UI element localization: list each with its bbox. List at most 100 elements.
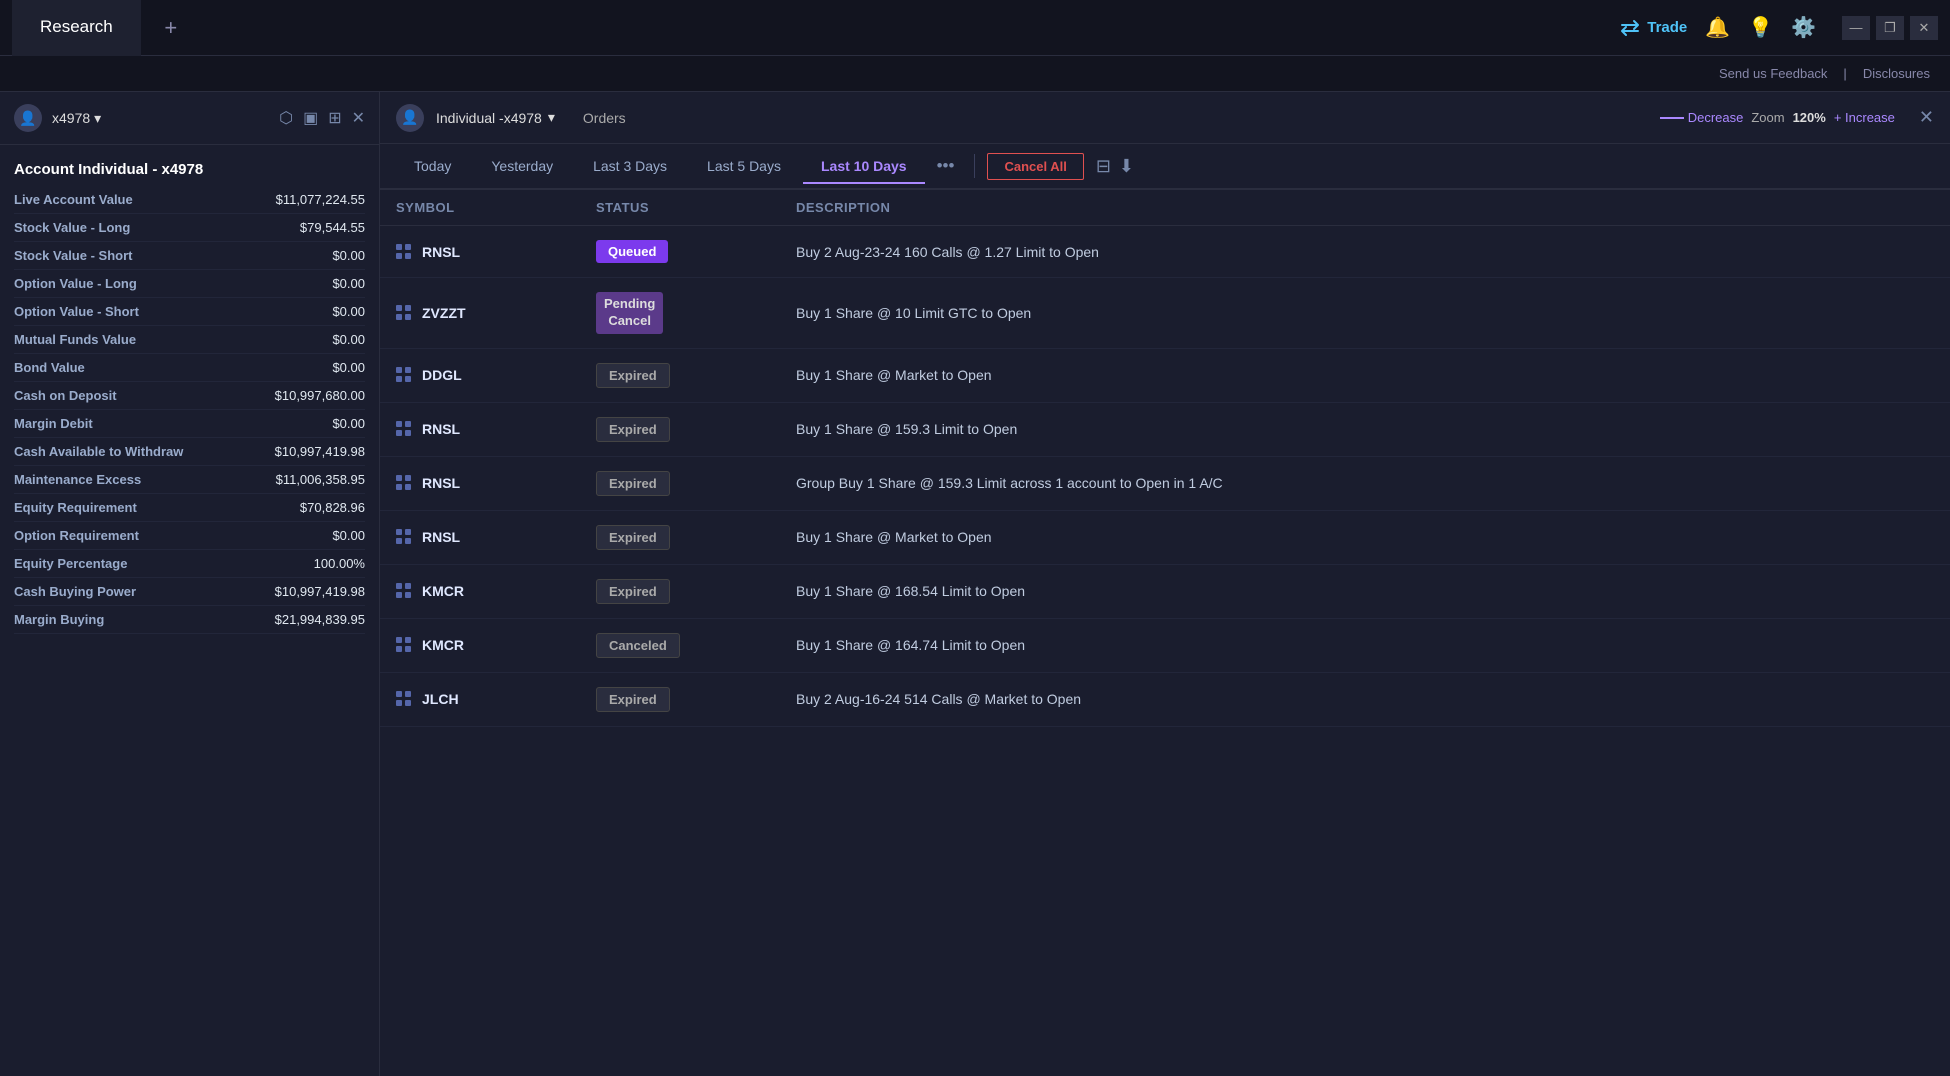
account-row-label: Option Value - Short	[14, 304, 139, 319]
account-row: Cash on Deposit$10,997,680.00	[14, 382, 365, 410]
account-row: Margin Debit $0.00	[14, 410, 365, 438]
increase-button[interactable]: + Increase	[1834, 110, 1895, 125]
expand-button[interactable]: ⊞	[328, 108, 341, 128]
tab-add-button[interactable]: +	[149, 6, 193, 50]
account-row-label: Maintenance Excess	[14, 472, 141, 487]
table-row[interactable]: KMCRCanceledBuy 1 Share @ 164.74 Limit t…	[380, 619, 1950, 673]
col-header-symbol: Symbol	[396, 200, 596, 215]
account-row-value: $21,994,839.95	[275, 612, 365, 627]
tab-divider	[974, 154, 975, 178]
symbol-text: JLCH	[422, 691, 459, 707]
zoom-controls: Decrease Zoom 120% + Increase	[1660, 110, 1895, 125]
status-cell: Queued	[596, 240, 796, 263]
feedback-bar: Send us Feedback | Disclosures	[0, 56, 1950, 92]
settings-icon[interactable]: ⚙️	[1791, 15, 1816, 40]
bulb-icon[interactable]: 💡	[1748, 15, 1773, 40]
tab-today[interactable]: Today	[396, 150, 469, 184]
tab-last-10-days[interactable]: Last 10 Days	[803, 150, 925, 184]
table-row[interactable]: RNSLExpiredBuy 1 Share @ 159.3 Limit to …	[380, 403, 1950, 457]
account-row: Cash Available to Withdraw$10,997,419.98	[14, 438, 365, 466]
decrease-button[interactable]: Decrease	[1660, 110, 1744, 125]
col-header-description: Description	[796, 200, 1934, 215]
tab-more-button[interactable]: •••	[929, 152, 963, 180]
account-row-value: $0.00	[332, 276, 365, 291]
close-button[interactable]: ✕	[1910, 16, 1938, 40]
status-cell: Expired	[596, 417, 796, 442]
grid-icon	[396, 529, 412, 545]
description-cell: Buy 1 Share @ 10 Limit GTC to Open	[796, 305, 1934, 321]
table-row[interactable]: RNSLExpiredGroup Buy 1 Share @ 159.3 Lim…	[380, 457, 1950, 511]
sidebar-header: 👤 x4978 ▾ ⬡ ▣ ⊞ ✕	[0, 92, 379, 145]
download-icon[interactable]: ⬇	[1119, 156, 1134, 177]
trade-label: Trade	[1647, 19, 1687, 36]
table-row[interactable]: JLCHExpiredBuy 2 Aug-16-24 514 Calls @ M…	[380, 673, 1950, 727]
account-row: Equity Percentage100.00%	[14, 550, 365, 578]
description-cell: Buy 1 Share @ Market to Open	[796, 367, 1934, 383]
avatar: 👤	[14, 104, 42, 132]
restore-button[interactable]: ❐	[1876, 16, 1904, 40]
tab-research[interactable]: Research	[12, 0, 141, 56]
tab-last-5-days[interactable]: Last 5 Days	[689, 150, 799, 184]
feedback-link[interactable]: Send us Feedback	[1719, 66, 1827, 81]
sidebar-account-label[interactable]: x4978 ▾	[52, 110, 101, 127]
table-row[interactable]: KMCR Expired Buy 1 Share @ 168.54 Limit to…	[380, 565, 1950, 619]
account-rows: Live Account Value$11,077,224.55Stock Va…	[0, 186, 379, 634]
account-row-value: $11,006,358.95	[276, 472, 365, 487]
disclosures-link[interactable]: Disclosures	[1863, 66, 1930, 81]
status-badge: Expired	[596, 363, 670, 388]
trade-button[interactable]: Trade	[1619, 17, 1687, 39]
account-row: Option Requirement$0.00	[14, 522, 365, 550]
symbol-text: RNSL	[422, 244, 460, 260]
account-row: Bond Value$0.00	[14, 354, 365, 382]
account-row-value: $10,997,419.98	[275, 444, 365, 459]
account-row: Option Value - Long$0.00	[14, 270, 365, 298]
account-row-value: $0.00	[332, 416, 365, 431]
status-cell: Expired	[596, 471, 796, 496]
account-row: Cash Buying Power$10,997,419.98	[14, 578, 365, 606]
account-row-label: Margin Debit	[14, 416, 93, 431]
grid-icon	[396, 421, 412, 437]
window-controls: — ❐ ✕	[1842, 16, 1938, 40]
table-row[interactable]: ZVZZTPendingCancelBuy 1 Share @ 10 Limit…	[380, 278, 1950, 349]
tab-yesterday[interactable]: Yesterday	[473, 150, 571, 184]
account-row-value: $0.00	[332, 248, 365, 263]
status-cell: Expired	[596, 579, 796, 604]
account-title: Account Individual - x4978	[0, 145, 379, 186]
account-row-value: $70,828.96	[300, 500, 365, 515]
tab-last-3-days[interactable]: Last 3 Days	[575, 150, 685, 184]
status-cell: Canceled	[596, 633, 796, 658]
symbol-text: KMCR	[422, 637, 464, 653]
status-badge: Expired	[596, 417, 670, 442]
symbol-cell: RNSL	[396, 529, 596, 545]
collapse-button[interactable]: ▣	[303, 108, 318, 128]
symbol-text: RNSL	[422, 529, 460, 545]
status-cell: Expired	[596, 525, 796, 550]
grid-icon	[396, 583, 412, 599]
account-row-value: $0.00	[332, 528, 365, 543]
symbol-cell: RNSL	[396, 475, 596, 491]
sidebar-close-button[interactable]: ✕	[352, 108, 365, 128]
content-close-button[interactable]: ✕	[1919, 107, 1934, 128]
grid-icon	[396, 691, 412, 707]
content-account-label: Individual -x4978	[436, 110, 542, 126]
content-account[interactable]: Individual -x4978 ▾	[436, 109, 555, 126]
account-row-label: Stock Value - Long	[14, 220, 130, 235]
account-row-label: Equity Requirement	[14, 500, 137, 515]
cancel-all-button[interactable]: Cancel All	[987, 153, 1083, 180]
grid-icon	[396, 475, 412, 491]
filter-icon[interactable]: ⊟	[1096, 156, 1111, 177]
account-row: Margin Buying$21,994,839.95	[14, 606, 365, 634]
status-badge: Expired	[596, 579, 670, 604]
top-bar-left: Research +	[12, 0, 1619, 56]
table-row[interactable]: RNSLQueuedBuy 2 Aug-23-24 160 Calls @ 1.…	[380, 226, 1950, 278]
symbol-text: KMCR	[422, 583, 464, 599]
table-row[interactable]: DDGLExpiredBuy 1 Share @ Market to Open	[380, 349, 1950, 403]
minimize-button[interactable]: —	[1842, 16, 1870, 40]
description-cell: Buy 1 Share @ 168.54 Limit to Open	[796, 583, 1934, 599]
table-row[interactable]: RNSLExpiredBuy 1 Share @ Market to Open	[380, 511, 1950, 565]
account-row-value: $11,077,224.55	[276, 192, 365, 207]
bell-icon[interactable]: 🔔	[1705, 15, 1730, 40]
popout-button[interactable]: ⬡	[279, 108, 293, 128]
sidebar: 👤 x4978 ▾ ⬡ ▣ ⊞ ✕ Account Individual - x…	[0, 92, 380, 1076]
status-cell: Expired	[596, 363, 796, 388]
